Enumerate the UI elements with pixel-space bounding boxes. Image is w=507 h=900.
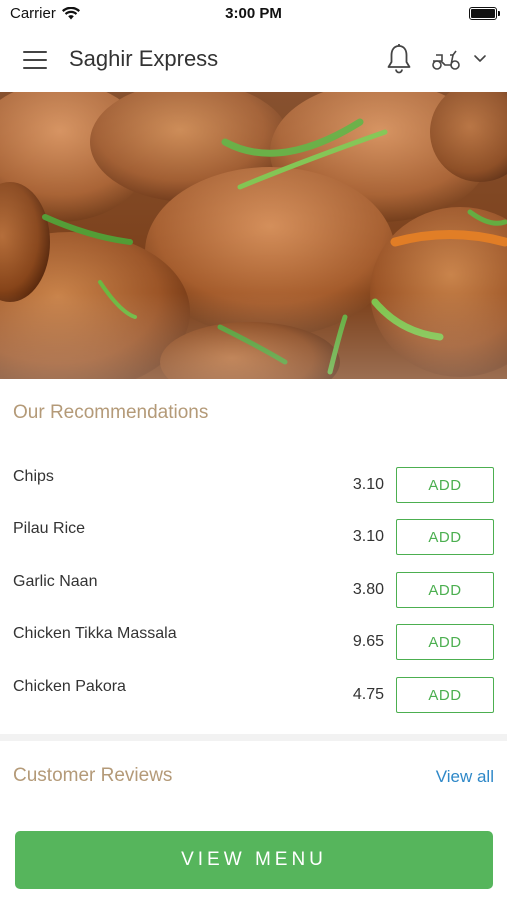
add-button[interactable]: ADD bbox=[396, 677, 494, 713]
status-bar: Carrier 3:00 PM bbox=[0, 0, 507, 28]
item-name: Garlic Naan bbox=[13, 573, 98, 590]
item-price: 3.10 bbox=[352, 476, 384, 493]
list-item: Garlic Naan 3.80 ADD bbox=[0, 563, 507, 615]
nav-bar: Saghir Express bbox=[0, 28, 507, 92]
hero-food-image bbox=[0, 92, 507, 379]
scooter-icon[interactable] bbox=[431, 46, 461, 72]
item-name: Pilau Rice bbox=[13, 520, 86, 537]
reviews-title: Customer Reviews bbox=[13, 765, 173, 786]
battery-icon bbox=[469, 7, 500, 20]
add-button[interactable]: ADD bbox=[396, 572, 494, 608]
item-name: Chicken Tikka Massala bbox=[13, 625, 177, 642]
item-price: 3.80 bbox=[352, 581, 384, 598]
view-menu-button[interactable]: VIEW MENU bbox=[15, 831, 493, 889]
add-button[interactable]: ADD bbox=[396, 519, 494, 555]
status-time: 3:00 PM bbox=[225, 5, 282, 22]
view-all-link[interactable]: View all bbox=[436, 767, 494, 787]
food-photo bbox=[0, 92, 507, 379]
chevron-down-icon[interactable] bbox=[473, 53, 487, 65]
item-price: 9.65 bbox=[352, 633, 384, 650]
add-button[interactable]: ADD bbox=[396, 624, 494, 660]
item-name: Chicken Pakora bbox=[13, 678, 126, 695]
add-button[interactable]: ADD bbox=[396, 467, 494, 503]
page-title: Saghir Express bbox=[69, 46, 219, 71]
item-name: Chips bbox=[13, 468, 54, 485]
section-divider bbox=[0, 734, 507, 741]
list-item: Chips 3.10 ADD bbox=[0, 458, 507, 510]
list-item: Chicken Tikka Massala 9.65 ADD bbox=[0, 615, 507, 667]
list-item: Chicken Pakora 4.75 ADD bbox=[0, 668, 507, 720]
recommendations-title: Our Recommendations bbox=[13, 402, 209, 423]
bell-icon[interactable] bbox=[385, 43, 413, 75]
list-item: Pilau Rice 3.10 ADD bbox=[0, 510, 507, 562]
item-price: 4.75 bbox=[352, 686, 384, 703]
item-price: 3.10 bbox=[352, 528, 384, 545]
menu-icon[interactable] bbox=[23, 51, 47, 69]
